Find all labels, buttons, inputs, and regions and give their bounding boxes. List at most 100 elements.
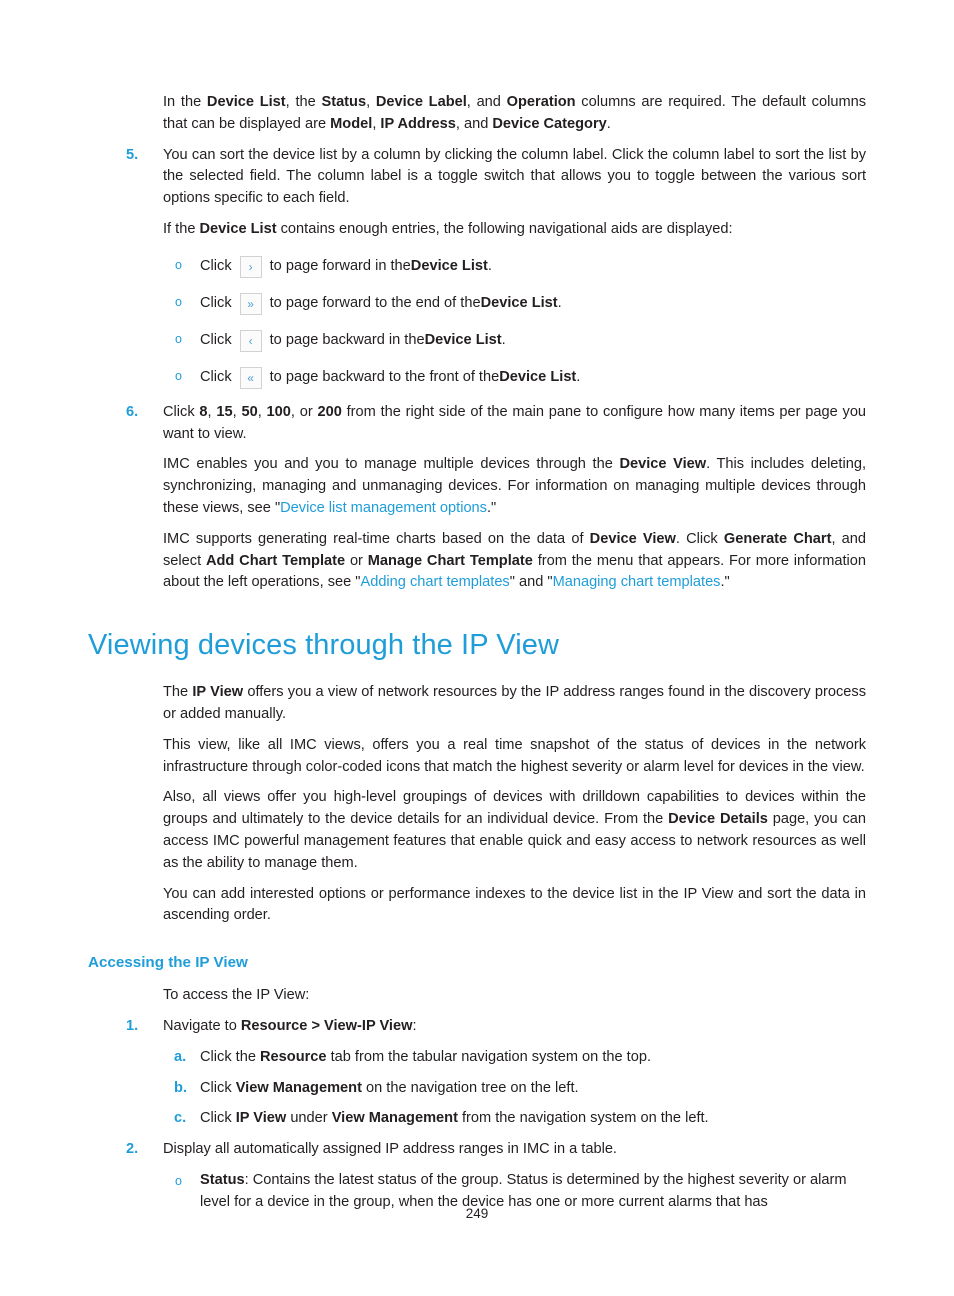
status-bullet-text-1: : Contains the latest status of the grou… bbox=[200, 1171, 847, 1210]
nav-last-bold: Device List bbox=[480, 295, 558, 312]
device-view-paragraph: IMC enables you and you to manage multip… bbox=[163, 454, 866, 519]
step-6-marker: 6. bbox=[126, 403, 139, 420]
list-item-access-step-2: 2. Display all automatically assigned IP… bbox=[126, 1139, 866, 1161]
nav-last-text-before: to page forward to the end of the bbox=[269, 295, 481, 312]
ip-view-paragraph-4: You can add interested options or perfor… bbox=[163, 885, 866, 924]
nav-aids-intro-text-2: contains enough entries, the following n… bbox=[276, 220, 733, 237]
substep-c-marker: c. bbox=[174, 1110, 187, 1127]
access-step-1-text-2: : bbox=[412, 1017, 417, 1034]
bullet-circle-marker: o bbox=[175, 257, 182, 272]
access-step-1-marker: 1. bbox=[126, 1017, 139, 1034]
substep-c-bold-2: View Management bbox=[331, 1110, 458, 1127]
access-step-1-text-1: Navigate to bbox=[163, 1017, 241, 1034]
charts-bold-manage-chart-template: Manage Chart Template bbox=[367, 552, 533, 569]
bullet-circle-marker: o bbox=[175, 294, 182, 309]
substep-c-text: Click IP View under View Management from… bbox=[200, 1108, 866, 1130]
access-step-1-bold: Resource > View-IP View bbox=[240, 1017, 413, 1034]
step-6-text-5: , or bbox=[290, 403, 318, 420]
nav-forward-text-after: . bbox=[487, 258, 492, 275]
chevron-right-icon[interactable]: › bbox=[239, 256, 262, 279]
chevron-double-left-icon[interactable]: « bbox=[239, 367, 262, 390]
device-view-bold: Device View bbox=[619, 456, 707, 473]
ip-view-paragraph-2: This view, like all IMC views, offers yo… bbox=[163, 736, 866, 775]
intro-bold-operation: Operation bbox=[506, 94, 576, 110]
intro-bold-status: Status bbox=[321, 94, 367, 110]
substep-b-text-1: Click bbox=[200, 1079, 236, 1096]
nav-forward-click-label: Click bbox=[200, 258, 232, 275]
charts-text-2: . Click bbox=[675, 530, 724, 547]
ip-view-paragraph-3: Also, all views offer you high-level gro… bbox=[163, 787, 866, 874]
list-item-step-6: 6. Click 8, 15, 50, 100, or 200 from the… bbox=[126, 402, 866, 446]
nav-forward-text-before: to page forward in the bbox=[269, 258, 411, 275]
chevron-double-right-icon[interactable]: » bbox=[239, 293, 262, 316]
substep-c-text-1: Click bbox=[200, 1110, 236, 1127]
intro-text-4: , and bbox=[466, 94, 507, 110]
step-6-text: Click 8, 15, 50, 100, or 200 from the ri… bbox=[163, 402, 866, 446]
intro-bold-ip-address: IP Address bbox=[380, 115, 456, 132]
link-device-list-management-options[interactable]: Device list management options bbox=[280, 500, 487, 516]
substep-a-text-1: Click the bbox=[200, 1048, 261, 1065]
step-6-text-1: Click bbox=[163, 403, 200, 420]
device-view-text-1: IMC enables you and you to manage multip… bbox=[163, 456, 620, 473]
status-bullet-bold: Status bbox=[200, 1171, 245, 1188]
charts-text-6: " and " bbox=[509, 574, 553, 591]
ip-view-p1-text-2: offers you a view of network resources b… bbox=[163, 684, 866, 722]
section-heading-accessing-ip-view: Accessing the IP View bbox=[88, 954, 248, 972]
nav-aids-intro: If the Device List contains enough entri… bbox=[163, 219, 866, 241]
page-content: In the Device List , the Status, Device L… bbox=[88, 92, 866, 1224]
page-number: 249 bbox=[465, 1206, 489, 1221]
ip-view-p1-text-1: The bbox=[163, 684, 193, 701]
ip-view-p1-bold: IP View bbox=[192, 684, 244, 701]
nav-first-click-label: Click bbox=[200, 369, 232, 386]
ip-view-p3-bold: Device Details bbox=[668, 811, 768, 828]
charts-bold-add-chart-template: Add Chart Template bbox=[205, 552, 346, 569]
nav-last-body: Click » to page forward to the end of the… bbox=[200, 291, 866, 318]
link-managing-chart-templates[interactable]: Managing chart templates bbox=[553, 574, 721, 590]
bullet-circle-marker: o bbox=[175, 368, 182, 383]
list-item-nav-last: o Click » to page forward to the end of t… bbox=[175, 291, 866, 318]
charts-text-7: ." bbox=[720, 574, 730, 591]
intro-bold-device-category: Device Category bbox=[492, 115, 607, 132]
step-5-text: You can sort the device list by a column… bbox=[163, 146, 866, 207]
intro-bold-model: Model bbox=[330, 115, 373, 132]
substep-b-marker: b. bbox=[174, 1079, 187, 1096]
intro-text-1: In the bbox=[163, 94, 207, 110]
substep-a-bold-1: Resource bbox=[260, 1048, 327, 1065]
link-adding-chart-templates[interactable]: Adding chart templates bbox=[360, 574, 509, 590]
nav-last-click-label: Click bbox=[200, 295, 232, 312]
document-page: In the Device List , the Status, Device L… bbox=[0, 0, 954, 1296]
chevron-left-icon[interactable]: ‹ bbox=[239, 330, 262, 353]
intro-text-7: , and bbox=[455, 115, 493, 132]
list-item-access-step-1: 1. Navigate to Resource > View-IP View: bbox=[126, 1016, 866, 1038]
substep-a-text-2: tab from the tabular navigation system o… bbox=[326, 1048, 652, 1065]
nav-backward-text-after: . bbox=[501, 332, 506, 349]
substep-c-text-2: under bbox=[286, 1110, 332, 1127]
nav-backward-bold: Device List bbox=[424, 332, 502, 349]
nav-forward-bold: Device List bbox=[410, 258, 488, 275]
nav-forward-body: Click › to page forward in the Device Lis… bbox=[200, 254, 866, 281]
substep-c-text-3: from the navigation system on the left. bbox=[457, 1110, 709, 1127]
charts-paragraph: IMC supports generating real-time charts… bbox=[163, 529, 866, 594]
intro-paragraph: In the Device List, the Status, Device L… bbox=[163, 92, 866, 136]
charts-bold-generate-chart: Generate Chart bbox=[723, 530, 832, 547]
list-item-nav-backward: o Click ‹ to page backward in the Device … bbox=[175, 328, 866, 355]
charts-text-4: or bbox=[345, 552, 368, 569]
charts-bold-device-view: Device View bbox=[589, 530, 676, 547]
list-item-access-substep-c: c. Click IP View under View Management f… bbox=[174, 1108, 866, 1130]
substep-a-marker: a. bbox=[174, 1048, 187, 1065]
ip-view-paragraph-1: The IP View offers you a view of network… bbox=[163, 682, 866, 726]
step-5-marker: 5. bbox=[126, 146, 139, 163]
list-item-nav-forward: o Click › to page forward in the Device L… bbox=[175, 254, 866, 281]
substep-c-bold-1: IP View bbox=[235, 1110, 287, 1127]
bullet-circle-marker: o bbox=[175, 1173, 182, 1188]
list-item-step-5: 5. You can sort the device list by a col… bbox=[126, 145, 866, 210]
nav-backward-body: Click ‹ to page backward in the Device Li… bbox=[200, 328, 866, 355]
step-6-bold-200: 200 bbox=[317, 403, 342, 420]
intro-text-2: , the bbox=[285, 94, 322, 110]
step-6-bold-8: 8 bbox=[199, 403, 208, 420]
intro-text-3: , bbox=[366, 94, 376, 110]
step-6-bold-100: 100 bbox=[266, 403, 291, 420]
list-item-access-substep-b: b. Click View Management on the navigati… bbox=[174, 1078, 866, 1100]
substep-b-text-2: on the navigation tree on the left. bbox=[361, 1079, 579, 1096]
bullet-circle-marker: o bbox=[175, 331, 182, 346]
